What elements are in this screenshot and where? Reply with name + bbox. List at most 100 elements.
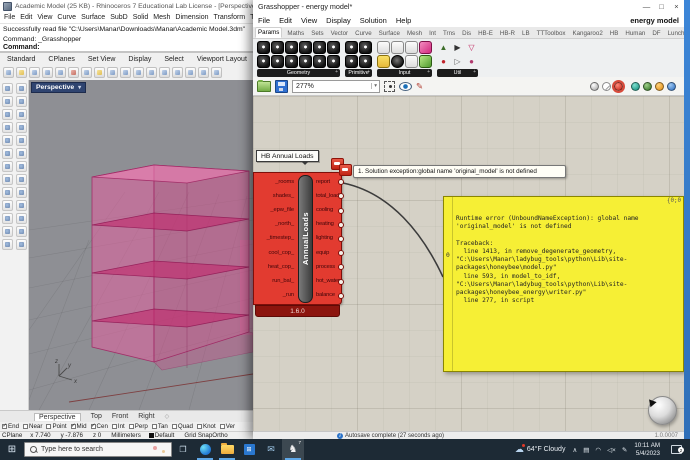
tab-select[interactable]: Select bbox=[164, 56, 183, 63]
menu-solid[interactable]: Solid bbox=[133, 14, 149, 21]
polyline-tool-icon[interactable] bbox=[2, 96, 13, 107]
green-display-icon[interactable] bbox=[643, 82, 652, 91]
zoom-level-dropdown[interactable]: 277% ▾ bbox=[292, 80, 380, 93]
output-port[interactable] bbox=[338, 279, 344, 285]
input-heat-cop[interactable]: heat_cop_ bbox=[268, 264, 294, 270]
tool-icon[interactable] bbox=[16, 83, 27, 94]
move-icon[interactable] bbox=[133, 67, 144, 78]
panel-icon[interactable] bbox=[377, 55, 390, 68]
cut-icon[interactable] bbox=[55, 67, 66, 78]
gh-menu-display[interactable]: Display bbox=[326, 16, 351, 25]
viewport-tab-front[interactable]: Front bbox=[112, 413, 128, 420]
start-button[interactable]: ⊞ bbox=[0, 439, 24, 460]
output-port[interactable] bbox=[338, 193, 344, 199]
arc-tool-icon[interactable] bbox=[2, 122, 13, 133]
gh-tab-surface[interactable]: Surface bbox=[377, 29, 402, 38]
preview-eye-icon[interactable] bbox=[399, 82, 412, 91]
component-name-capsule[interactable]: AnnualLoads bbox=[298, 175, 313, 303]
fillet-tool-icon[interactable] bbox=[16, 135, 27, 146]
checkbox[interactable] bbox=[152, 424, 157, 429]
wireframe-display-icon[interactable] bbox=[590, 82, 599, 91]
pen-icon[interactable]: ✎ bbox=[622, 446, 627, 454]
gh-menu-solution[interactable]: Solution bbox=[360, 16, 387, 25]
gh-tab-sets[interactable]: Sets bbox=[309, 29, 325, 38]
cluster-icon[interactable]: ● bbox=[465, 55, 478, 68]
param-icon[interactable] bbox=[271, 41, 284, 54]
battery-icon[interactable]: ▤ bbox=[583, 446, 589, 454]
gradient-icon[interactable] bbox=[419, 41, 432, 54]
open-document-icon[interactable] bbox=[257, 81, 271, 92]
menu-transform[interactable]: Transform bbox=[214, 14, 246, 21]
sweep-tool-icon[interactable] bbox=[16, 148, 27, 159]
menu-view[interactable]: View bbox=[37, 14, 52, 21]
data-dam-icon[interactable]: ▽ bbox=[465, 41, 478, 54]
gh-tab-hb[interactable]: HB bbox=[608, 29, 621, 38]
group-label-primitive[interactable]: Primitive bbox=[345, 69, 372, 77]
param-icon[interactable] bbox=[345, 55, 358, 68]
gh-tab-tttoolbox[interactable]: TTToolbox bbox=[535, 29, 568, 38]
input-epw-file[interactable]: _epw_file bbox=[270, 207, 294, 213]
menu-dimension[interactable]: Dimension bbox=[175, 14, 208, 21]
status-cplane[interactable]: CPlane bbox=[2, 432, 22, 439]
gh-tab-lunchboxml[interactable]: LunchBoxML bbox=[666, 29, 684, 38]
param-icon[interactable] bbox=[271, 55, 284, 68]
toggle-icon[interactable] bbox=[405, 41, 418, 54]
save-icon[interactable] bbox=[29, 67, 40, 78]
checkbox[interactable] bbox=[112, 424, 117, 429]
tab-standard[interactable]: Standard bbox=[7, 56, 35, 63]
open-file-icon[interactable] bbox=[16, 67, 27, 78]
command-prompt[interactable]: Command: bbox=[0, 43, 253, 53]
output-port[interactable] bbox=[338, 264, 344, 270]
curve-edit-tool-icon[interactable] bbox=[2, 226, 13, 237]
mail-taskbar-button[interactable]: ✉ bbox=[260, 439, 282, 460]
maximize-button[interactable]: □ bbox=[654, 2, 669, 11]
rectangle-tool-icon[interactable] bbox=[16, 122, 27, 133]
param-icon[interactable] bbox=[285, 55, 298, 68]
gh-tab-mesh[interactable]: Mesh bbox=[405, 29, 424, 38]
zoom-extents-icon[interactable] bbox=[384, 81, 395, 92]
osnap-mid[interactable]: Mid bbox=[71, 423, 87, 430]
new-file-icon[interactable] bbox=[3, 67, 14, 78]
sketch-pencil-icon[interactable]: ✎ bbox=[416, 81, 423, 92]
gh-tab-vector[interactable]: Vector bbox=[329, 29, 351, 38]
file-explorer-taskbar-button[interactable] bbox=[216, 439, 238, 460]
osnap-knot[interactable]: Knot bbox=[197, 423, 216, 430]
gh-tab-intersect[interactable]: Int bbox=[427, 29, 438, 38]
input-cool-cop[interactable]: cool_cop_ bbox=[268, 250, 294, 256]
trim-tool-icon[interactable] bbox=[2, 200, 13, 211]
pan-icon[interactable] bbox=[120, 67, 131, 78]
menu-surface[interactable]: Surface bbox=[81, 14, 105, 21]
tray-expand-icon[interactable]: ∧ bbox=[572, 446, 577, 454]
viewport-title[interactable]: Perspective ▾ bbox=[31, 82, 86, 93]
osnap-cen[interactable]: Cen bbox=[91, 423, 108, 430]
error-panel[interactable]: {0;0 0 Runtime error (UnboundNameExcepti… bbox=[443, 196, 684, 372]
param-icon[interactable] bbox=[313, 55, 326, 68]
layer-icon[interactable] bbox=[211, 67, 222, 78]
store-taskbar-button[interactable]: ⊞ bbox=[238, 439, 260, 460]
gh-tab-hb-r[interactable]: HB-R bbox=[498, 29, 517, 38]
input-run[interactable]: _run bbox=[283, 292, 294, 298]
tree-icon[interactable]: ▲ bbox=[437, 41, 450, 54]
param-icon[interactable] bbox=[327, 41, 340, 54]
checkbox-checked[interactable] bbox=[91, 424, 96, 429]
osnap-near[interactable]: Near bbox=[23, 423, 42, 430]
undo-view-icon[interactable] bbox=[198, 67, 209, 78]
output-port[interactable] bbox=[338, 250, 344, 256]
zoom-selected-icon[interactable] bbox=[172, 67, 183, 78]
split-tool-icon[interactable] bbox=[16, 200, 27, 211]
sphere-tool-icon[interactable] bbox=[16, 161, 27, 172]
button-icon[interactable] bbox=[391, 41, 404, 54]
weather-widget[interactable]: ☁ 64°F Cloudy bbox=[515, 444, 566, 455]
gh-tab-maths[interactable]: Maths bbox=[285, 29, 306, 38]
checkbox-checked[interactable] bbox=[2, 424, 7, 429]
undo-icon[interactable] bbox=[107, 67, 118, 78]
custom-preview-icon[interactable] bbox=[631, 82, 640, 91]
checkbox[interactable] bbox=[172, 424, 177, 429]
osnap-end[interactable]: End bbox=[2, 423, 19, 430]
network-icon[interactable]: ◠ bbox=[595, 446, 601, 454]
input-run-bal[interactable]: run_bal_ bbox=[272, 278, 294, 284]
param-icon[interactable] bbox=[327, 55, 340, 68]
volume-mute-icon[interactable]: ◁× bbox=[607, 446, 616, 454]
print-icon[interactable] bbox=[42, 67, 53, 78]
gh-menu-edit[interactable]: Edit bbox=[279, 16, 292, 25]
